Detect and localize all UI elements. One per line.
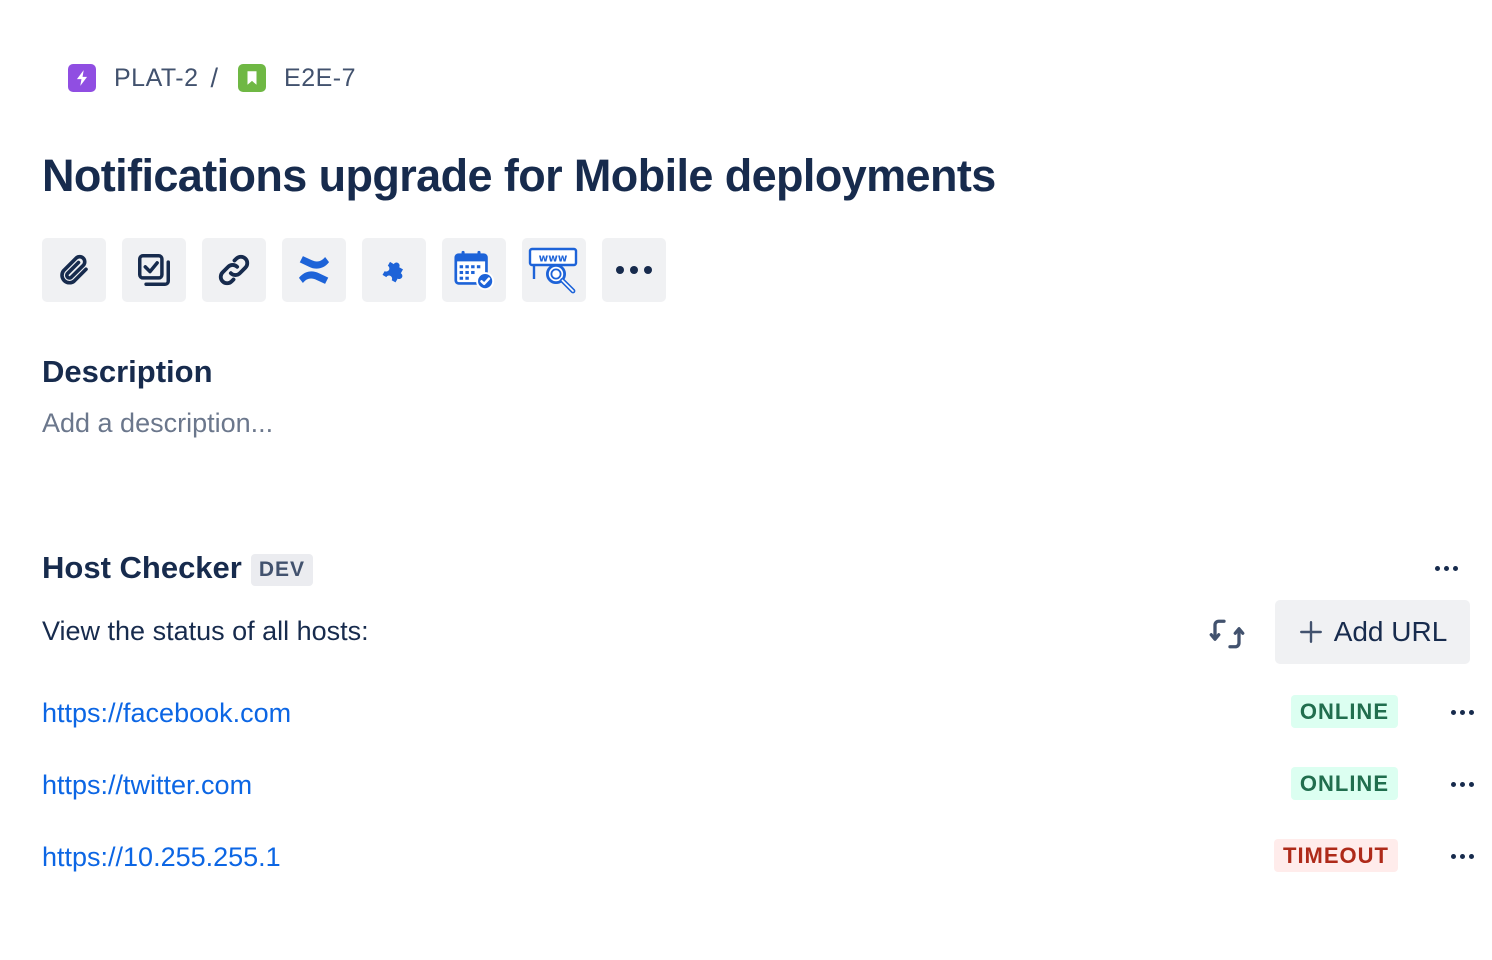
calendar-button[interactable] [442, 238, 506, 302]
add-url-button[interactable]: Add URL [1275, 600, 1470, 664]
lightning-icon [68, 64, 96, 92]
host-row-more-button[interactable] [1442, 768, 1482, 800]
paperclip-icon [60, 254, 88, 285]
environment-badge: DEV [250, 554, 314, 586]
more-icon [1450, 709, 1456, 715]
bookmark-icon [238, 64, 267, 92]
more-icon-dot [1459, 853, 1465, 859]
breadcrumb-separator: / [210, 62, 219, 93]
www-search-icon: www [528, 247, 578, 294]
more-icon-dot [1443, 565, 1449, 571]
more-icon-dot [1452, 565, 1458, 571]
breadcrumb-parent-key[interactable]: PLAT-2 [114, 64, 199, 93]
host-checker-button[interactable]: www [522, 238, 586, 302]
calendar-check-icon [454, 250, 495, 291]
host-url-link[interactable]: https://facebook.com [42, 698, 291, 729]
more-icon [616, 266, 652, 274]
host-checker-more-button[interactable] [1426, 552, 1466, 584]
breadcrumb: PLAT-2 / E2E-7 [68, 62, 356, 94]
breadcrumb-issue-key[interactable]: E2E-7 [284, 64, 356, 93]
host-checker-header: Host Checker DEV [42, 550, 314, 586]
puzzle-icon [382, 261, 403, 283]
checklist-icon [138, 254, 170, 286]
description-heading: Description [42, 354, 213, 389]
status-badge: TIMEOUT [1274, 839, 1398, 872]
host-row: https://facebook.com ONLINE [42, 694, 1474, 734]
confluence-icon [298, 256, 330, 284]
status-badge: ONLINE [1290, 767, 1398, 800]
host-row: https://10.255.255.1 TIMEOUT [42, 838, 1474, 878]
status-badge: ONLINE [1290, 695, 1398, 728]
more-actions-button[interactable] [602, 238, 666, 302]
host-url-link[interactable]: https://twitter.com [42, 770, 252, 801]
more-icon [1450, 853, 1456, 859]
host-row: https://twitter.com ONLINE [42, 766, 1474, 806]
refresh-button[interactable] [1206, 613, 1248, 655]
description-placeholder[interactable]: Add a description... [42, 408, 273, 439]
more-icon [1434, 565, 1440, 571]
issue-toolbar: www [42, 238, 666, 302]
plus-icon [1299, 621, 1322, 643]
more-icon [1450, 781, 1456, 787]
link-issue-button[interactable] [202, 238, 266, 302]
refresh-icon [1209, 619, 1245, 649]
subtasks-button[interactable] [122, 238, 186, 302]
more-icon-dot [1468, 781, 1474, 787]
host-row-more-button[interactable] [1442, 696, 1482, 728]
host-row-more-button[interactable] [1442, 840, 1482, 872]
more-icon-dot [1459, 781, 1465, 787]
more-icon-dot [1459, 709, 1465, 715]
host-checker-title: Host Checker [42, 550, 242, 585]
add-url-label: Add URL [1333, 616, 1448, 647]
svg-text:www: www [539, 253, 568, 265]
attach-button[interactable] [42, 238, 106, 302]
more-icon-dot [1468, 709, 1474, 715]
link-icon [218, 254, 250, 286]
confluence-button[interactable] [282, 238, 346, 302]
issue-title[interactable]: Notifications upgrade for Mobile deploym… [42, 150, 996, 202]
more-icon-dot [1468, 853, 1474, 859]
host-url-link[interactable]: https://10.255.255.1 [42, 842, 281, 873]
apps-button[interactable] [362, 238, 426, 302]
host-checker-subtitle: View the status of all hosts: [42, 616, 369, 646]
